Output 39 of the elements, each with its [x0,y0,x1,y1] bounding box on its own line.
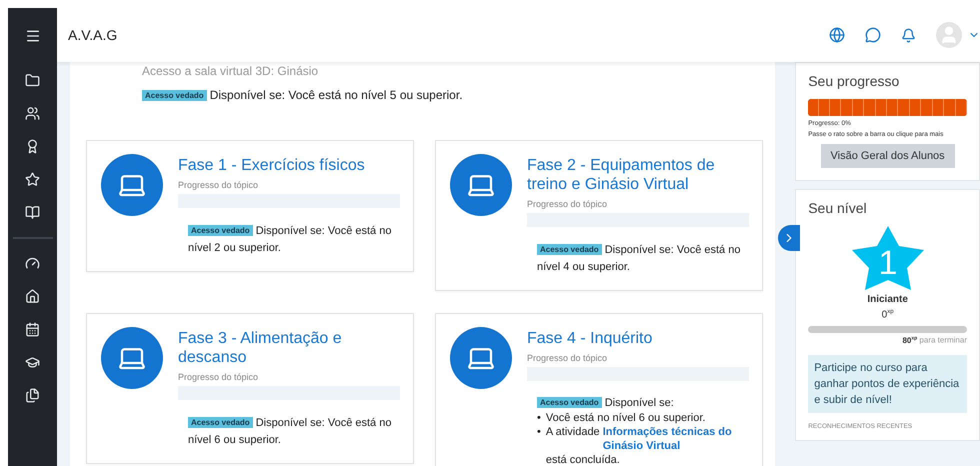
level-number: 1 [878,244,898,282]
star-icon [852,226,924,290]
section-title[interactable]: Fase 1 - Exercícios físicos [178,156,400,175]
access-badge: Acesso vedado [188,417,253,428]
menu-icon [24,28,40,44]
progress-label: Progresso do tópico [527,199,608,209]
drawer-toggle-button[interactable] [778,225,800,251]
restriction-text: Acesso vedado Disponível se: Você está no nível 2 ou superior. [187,224,392,256]
progress-label: Progresso do tópico [527,353,608,363]
remaining-xp: 80$^{xp}$ para terminar [901,335,967,345]
level-name: Iniciante [866,294,909,305]
globe-icon[interactable] [829,27,845,43]
access-badge: Acesso vedado [537,397,602,408]
xp-value: 0$^{xp}$ [880,309,895,320]
site-name: A.V.A.G [68,27,118,43]
bell-icon[interactable] [901,28,916,42]
progress-label: Progresso do tópico [178,372,260,382]
section-title[interactable]: Fase 2 - Equipamentos de treino e Ginásio Virtual [527,156,749,194]
progress-label: Progresso do tópico [178,180,260,190]
access-badge: Acesso vedado [188,225,253,236]
chat-icon[interactable] [865,27,881,43]
access-badge: Acesso vedado [537,244,602,255]
access-badge: Acesso vedado [142,90,207,101]
block-title: Seu nível [808,200,868,216]
list-bullet: • [537,411,541,425]
condition-text: A atividade Informações técnicas do Ginásio Virtual está concluída. [546,425,749,466]
overview-button[interactable]: Visão Geral dos Alunos [820,144,955,168]
restriction-text: Acesso vedado Disponível se: Você está no nível 4 ou superior. [536,243,742,275]
condition-text: Você está no nível 6 ou superior. [546,411,706,425]
restriction-text: Acesso vedado Disponível se: [537,397,674,409]
restriction-text: Acesso vedado Disponível se: Você está no nível 6 ou superior. [187,416,392,448]
restriction-text: Acesso vedado Disponível se: Você está no nível 5 ou superior. [142,88,776,102]
activity-name[interactable]: Acesso a sala virtual 3D: Ginásio [142,64,776,78]
list-bullet: • [537,425,541,439]
section-title[interactable]: Fase 3 - Alimentação e descanso [178,329,400,367]
info-message: Participe no curso para ganhar pontos de experiência e subir de nível! [808,354,967,413]
block-title: Seu progresso [808,73,900,89]
activity-link[interactable]: Informações técnicas do Ginásio Virtual [602,425,743,453]
section-title[interactable]: Fase 4 - Inquérito [527,329,749,348]
